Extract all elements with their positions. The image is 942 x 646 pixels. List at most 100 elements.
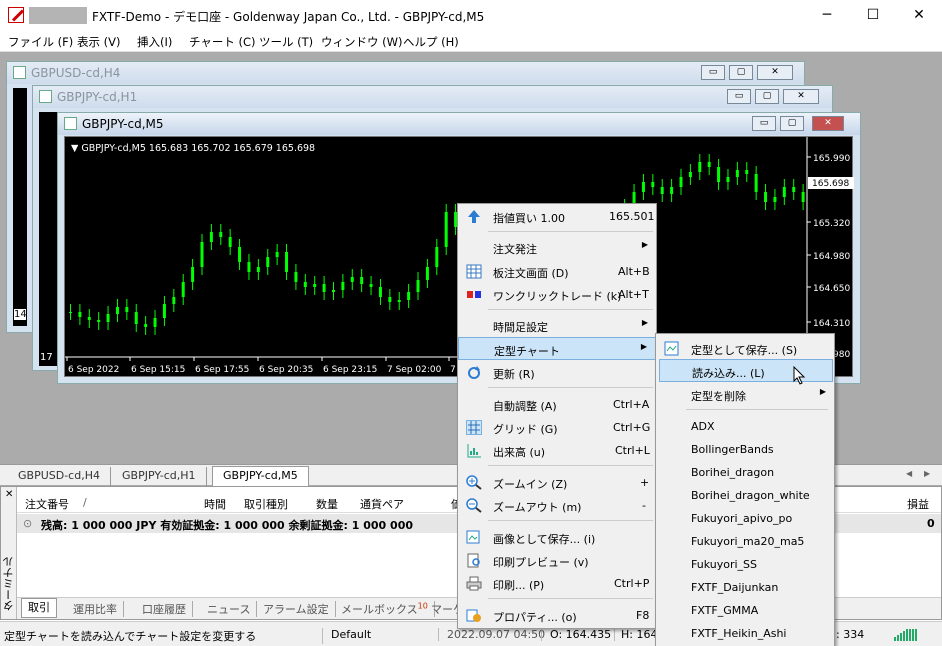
menu-zoom-out[interactable]: ズームアウト (m) - <box>458 494 656 517</box>
menu-help[interactable]: ヘルプ (H) <box>403 34 459 50</box>
tab-history[interactable]: 口座履歴 <box>136 601 193 617</box>
tab-gbpjpy-m5[interactable]: GBPJPY-cd,M5 <box>212 466 309 487</box>
restore-button[interactable]: ▢ <box>780 116 804 131</box>
redacted-account <box>29 7 87 24</box>
y-tick-label: 164.980 <box>813 252 850 262</box>
tab-gbpusd-h4[interactable]: GBPUSD-cd,H4 <box>8 467 111 486</box>
close-button[interactable]: ✕ <box>783 89 819 104</box>
menu-autoscroll[interactable]: 自動調整 (A) Ctrl+A <box>458 393 656 416</box>
menu-file[interactable]: ファイル (F) <box>8 34 73 50</box>
minimize-button[interactable]: ▭ <box>727 89 751 104</box>
minimize-button[interactable]: ▭ <box>701 65 725 80</box>
menu-print-preview[interactable]: 印刷プレビュー (v) <box>458 549 656 572</box>
menu-remove-template[interactable]: 定型を削除 ▶ <box>656 383 834 406</box>
menu-properties[interactable]: プロパティ... (o) F8 <box>458 604 656 627</box>
tab-scroll-left-icon[interactable]: ◀ <box>906 469 912 478</box>
status-profile[interactable]: Default <box>322 628 371 644</box>
template-item[interactable]: FXTF_GMMA <box>656 599 834 622</box>
menu-grid[interactable]: グリッド (G) Ctrl+G <box>458 416 656 439</box>
candle-body <box>266 257 270 267</box>
y-tick-label: 164.650 <box>813 284 850 294</box>
menu-insert[interactable]: 挿入(I) <box>137 34 172 50</box>
template-item[interactable]: Fukuyori_SS <box>656 553 834 576</box>
tab-trade[interactable]: 取引 <box>21 598 57 618</box>
candle-body <box>209 232 213 242</box>
window-title: FXTF-Demo - デモ口座 - Goldenway Japan Co., … <box>92 10 485 24</box>
tab-gbpjpy-h1[interactable]: GBPJPY-cd,H1 <box>112 467 207 486</box>
template-item[interactable]: FXTF_Heikin_Ashi <box>656 622 834 645</box>
template-item[interactable]: FXTF_Daijunkan <box>656 576 834 599</box>
menu-zoom-in[interactable]: ズームイン (Z) + <box>458 471 656 494</box>
window-titlebar[interactable]: GBPJPY-cd,H1 ▭ ▢ ✕ <box>33 86 832 108</box>
template-item[interactable]: BollingerBands <box>656 438 834 461</box>
menu-limit-buy-price: 165.501 <box>609 210 655 223</box>
app-icon[interactable] <box>8 7 24 23</box>
window-titlebar[interactable]: GBPJPY-cd,M5 ▭ ▢ ✕ <box>58 113 860 135</box>
menu-volumes[interactable]: 出来高 (u) Ctrl+L <box>458 439 656 462</box>
menu-board-order[interactable]: 板注文画面 (D) Alt+B <box>458 260 656 283</box>
template-item[interactable]: ADX <box>656 415 834 438</box>
template-item[interactable]: Fukuyori_ma20_ma5 <box>656 530 834 553</box>
menu-refresh[interactable]: 更新 (R) <box>458 361 656 384</box>
tab-news[interactable]: ニュース <box>201 601 258 617</box>
close-button[interactable]: ✕ <box>812 116 844 131</box>
chart-canvas[interactable] <box>39 112 59 366</box>
template-item[interactable]: Borihei_dragon <box>656 461 834 484</box>
candle-body <box>303 282 307 287</box>
candle-body <box>322 284 326 292</box>
candle-body <box>134 312 138 324</box>
menu-volumes-label: 出来高 (u) <box>493 446 546 459</box>
x-tick-label: 6 Sep 23:15 <box>323 365 377 375</box>
menu-timeframe[interactable]: 時間足設定 ▶ <box>458 314 656 337</box>
y-tick-label: 164.310 <box>813 319 850 329</box>
menu-one-click-label: ワンクリックトレード (k) <box>493 290 622 303</box>
close-button[interactable]: ✕ <box>896 0 942 31</box>
col-profit[interactable]: 損益 <box>907 496 929 512</box>
menu-print[interactable]: 印刷... (P) Ctrl+P <box>458 572 656 595</box>
menu-tools[interactable]: ツール (T) <box>259 34 313 50</box>
tab-scroll-right-icon[interactable]: ▶ <box>924 469 930 478</box>
maximize-button[interactable]: ☐ <box>850 0 896 31</box>
chart-canvas[interactable] <box>13 88 27 326</box>
x-tick-label: 6 Sep 15:15 <box>131 365 185 375</box>
tab-mailbox[interactable]: メールボックス10 <box>335 601 435 617</box>
candle-body <box>773 197 777 202</box>
candle-body <box>416 280 420 292</box>
menu-save-image[interactable]: 画像として保存... (i) <box>458 526 656 549</box>
template-item[interactable]: Borihei_dragon_white <box>656 484 834 507</box>
restore-button[interactable]: ▢ <box>755 89 779 104</box>
axis-label: 14 <box>14 309 27 320</box>
menu-window[interactable]: ウィンドウ (W) <box>321 34 403 50</box>
template-item[interactable]: Fukuyori_apivo_po <box>656 507 834 530</box>
menu-load-template-label: 読み込み... (L) <box>692 367 765 380</box>
balance-profit: 0 <box>927 517 935 530</box>
candle-body <box>69 312 72 313</box>
restore-button[interactable]: ▢ <box>729 65 753 80</box>
menu-bar: ファイル (F) 表示 (V) 挿入(I) チャート (C) ツール (T) ウ… <box>0 31 942 52</box>
tab-exposure[interactable]: 運用比率 <box>67 601 124 617</box>
col-volume[interactable]: 数量 <box>316 496 338 512</box>
col-time[interactable]: 時間 <box>204 496 226 512</box>
menu-new-order[interactable]: 注文発注 ▶ <box>458 236 656 259</box>
volumes-icon <box>466 443 482 458</box>
minimize-button[interactable]: ─ <box>804 0 850 31</box>
candle-body <box>726 177 730 182</box>
col-order-no[interactable]: 注文番号 <box>25 496 69 512</box>
window-titlebar[interactable]: GBPUSD-cd,H4 ▭ ▢ ✕ <box>7 62 804 84</box>
candle-body <box>294 272 298 282</box>
menu-template[interactable]: 定型チャート ▶ <box>458 337 656 360</box>
col-symbol[interactable]: 通貨ペア <box>360 496 404 512</box>
menu-zoom-in-label: ズームイン (Z) <box>493 478 568 491</box>
tab-alerts[interactable]: アラーム設定 <box>257 601 336 617</box>
close-button[interactable]: ✕ <box>757 65 793 80</box>
minimize-button[interactable]: ▭ <box>752 116 776 131</box>
template-item-label: Borihei_dragon <box>691 466 775 479</box>
menu-view[interactable]: 表示 (V) <box>77 34 121 50</box>
menu-chart[interactable]: チャート (C) <box>189 34 256 50</box>
menu-limit-buy-label: 指値買い 1.00 <box>493 212 565 225</box>
menu-save-template[interactable]: 定型として保存... (S) <box>656 337 834 360</box>
col-type[interactable]: 取引種別 <box>244 496 288 512</box>
menu-one-click[interactable]: ワンクリックトレード (k) Alt+T <box>458 283 656 306</box>
menu-limit-buy[interactable]: 指値買い 1.00 165.501 <box>458 205 656 228</box>
close-icon[interactable]: ✕ <box>5 489 13 500</box>
